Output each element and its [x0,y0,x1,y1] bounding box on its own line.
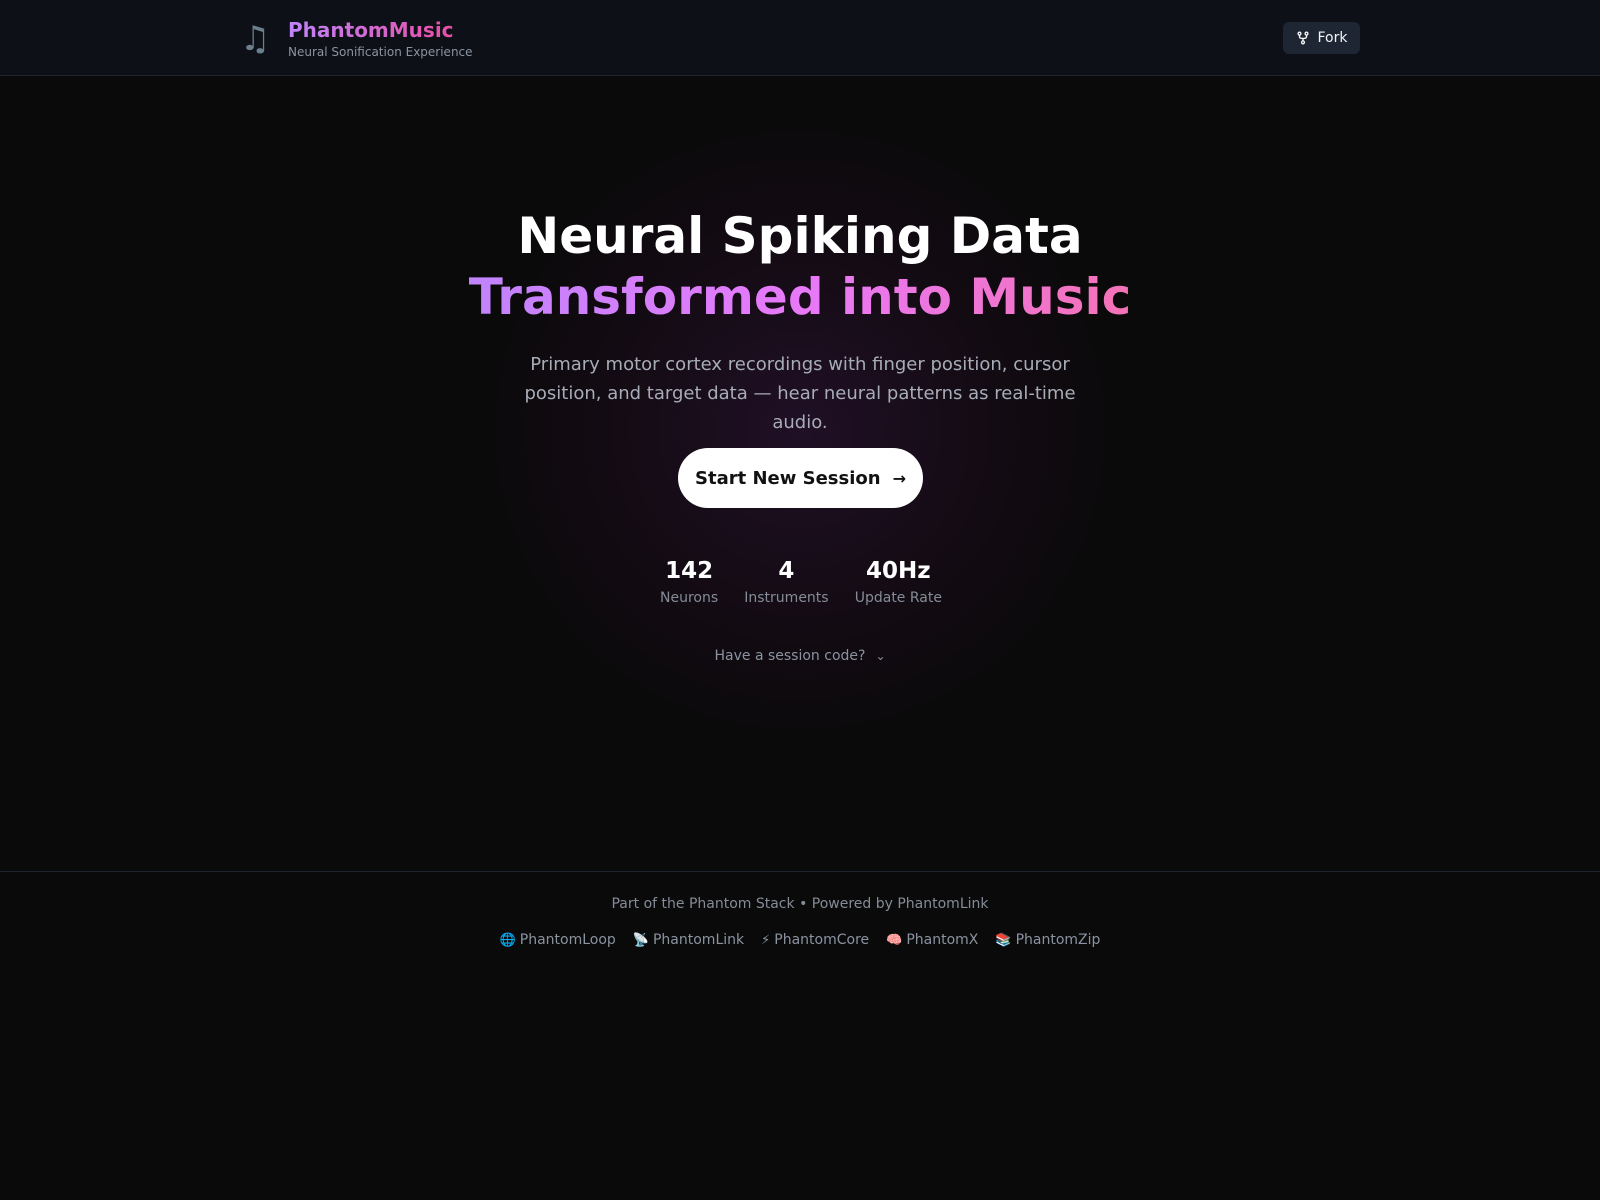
arrow-right-icon: → [892,468,906,488]
footer-link-label: PhantomX [906,932,979,948]
footer-link-label: PhantomLink [652,932,745,948]
stat-label: Update Rate [854,590,942,606]
fork-button[interactable]: Fork [1283,22,1360,54]
stat-value: 40Hz [866,558,931,584]
footer-link-phantomcore[interactable]: ⚡ PhantomCore [761,932,869,948]
brand[interactable]: ♫ PhantomMusic Neural Sonification Exper… [240,18,473,60]
hero-title-line2: Transformed into Music [0,266,1600,328]
fork-label: Fork [1317,30,1348,46]
books-icon: 📚 [995,932,1012,948]
stat-instruments: 4 Instruments [744,556,828,612]
stat-update-rate: 40Hz Update Rate [855,556,942,612]
start-session-button[interactable]: Start New Session → [678,448,923,508]
footer-link-label: PhantomZip [1015,932,1101,948]
hero-title-line1: Neural Spiking Data [517,207,1083,265]
app-title: PhantomMusic [288,18,473,42]
stat-label: Instruments [744,590,829,606]
brand-text: PhantomMusic Neural Sonification Experie… [288,18,473,60]
footer-link-phantomx[interactable]: 🧠 PhantomX [886,932,978,948]
git-fork-icon [1296,31,1309,45]
session-code-label: Have a session code? [714,648,866,664]
brain-icon: 🧠 [886,932,903,948]
start-session-label: Start New Session [695,467,881,489]
stat-label: Neurons [660,590,719,606]
app-subtitle: Neural Sonification Experience [288,45,473,59]
footer-link-phantomzip[interactable]: 📚 PhantomZip [995,932,1100,948]
footer-link-label: PhantomCore [774,932,870,948]
footer-links: 🌐 PhantomLoop 📡 PhantomLink ⚡ PhantomCor… [0,932,1600,948]
hero-title-gradient: Transformed into Music [468,268,1132,326]
footer-link-phantomloop[interactable]: 🌐 PhantomLoop [500,932,616,948]
globe-icon: 🌐 [499,932,516,948]
stat-neurons: 142 Neurons [660,556,718,612]
stats-row: 142 Neurons 4 Instruments 40Hz Update Ra… [660,556,942,612]
session-code-toggle[interactable]: Have a session code? ⌄ [0,648,1600,664]
hero-description: Primary motor cortex recordings with fin… [524,354,1076,433]
footer-divider [0,871,1600,872]
footer-text: Part of the Phantom Stack • Powered by P… [611,896,989,912]
stat-value: 4 [778,558,795,584]
stat-value: 142 [665,558,714,584]
footer-link-phantomlink[interactable]: 📡 PhantomLink [633,932,744,948]
footer-link-label: PhantomLoop [519,932,616,948]
chevron-down-icon: ⌄ [875,649,886,663]
music-note-icon: ♫ [240,19,271,59]
lightning-icon: ⚡ [761,932,771,948]
satellite-icon: 📡 [632,932,649,948]
top-header: ♫ PhantomMusic Neural Sonification Exper… [0,0,1600,76]
